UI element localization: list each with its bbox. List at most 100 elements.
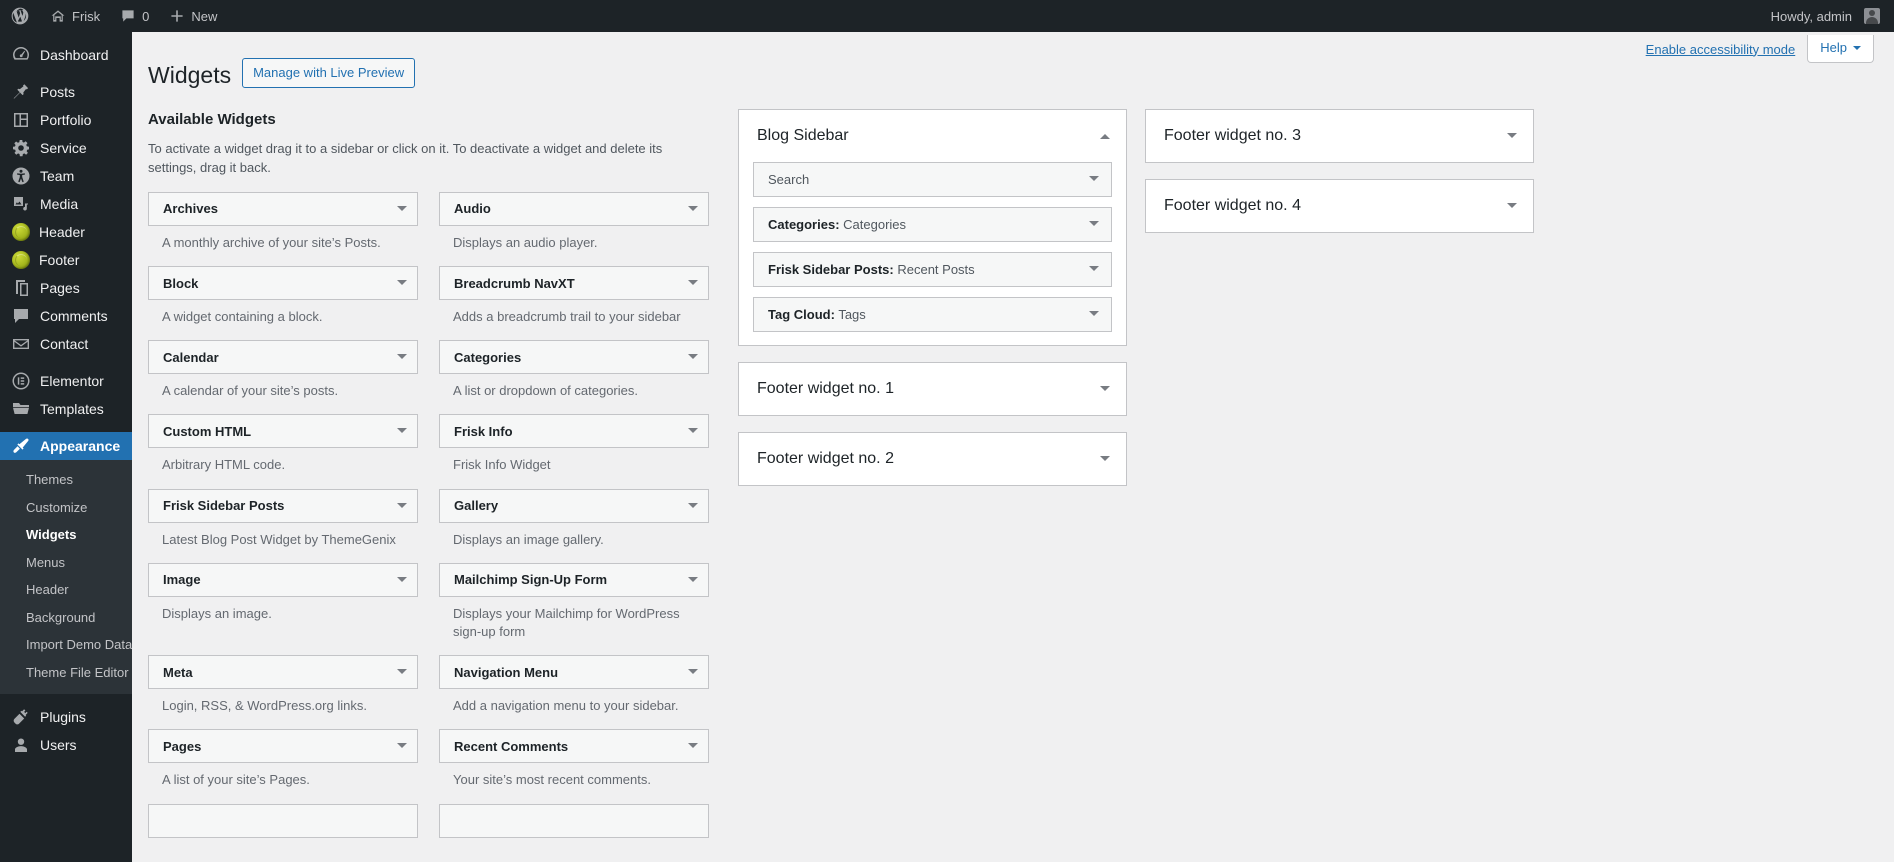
- sidebar-widget-search[interactable]: Search: [753, 161, 1112, 197]
- widget-calendar[interactable]: Calendar: [148, 340, 418, 375]
- caret-down-icon[interactable]: [397, 205, 407, 216]
- caret-down-icon[interactable]: [1089, 311, 1099, 321]
- widget-archives[interactable]: Archives: [148, 191, 418, 226]
- page-title: Widgets: [148, 62, 232, 88]
- sidebar-widget-instance: Tags: [838, 306, 866, 322]
- caret-down-icon[interactable]: [688, 669, 698, 679]
- panel-header[interactable]: Footer widget no. 2: [739, 433, 1126, 485]
- caret-down-icon[interactable]: [1507, 202, 1517, 213]
- widget-custom-html[interactable]: Custom HTML: [148, 414, 418, 449]
- panel-header[interactable]: Footer widget no. 4: [1146, 180, 1533, 232]
- caret-down-icon[interactable]: [1089, 221, 1099, 231]
- caret-down-icon[interactable]: [397, 502, 407, 513]
- caret-down-icon[interactable]: [1100, 455, 1110, 466]
- panel-header[interactable]: Footer widget no. 3: [1146, 110, 1533, 162]
- widget-navigation-menu[interactable]: Navigation Menu: [439, 655, 709, 690]
- caret-down-icon[interactable]: [1507, 132, 1517, 143]
- adminbar-new-content[interactable]: New: [159, 0, 227, 32]
- panel-header[interactable]: Blog Sidebar: [739, 110, 1126, 162]
- widget-frisk-info[interactable]: Frisk Info: [439, 414, 709, 449]
- caret-down-icon[interactable]: [397, 354, 407, 364]
- adminbar-my-account[interactable]: Howdy, admin: [1761, 0, 1894, 32]
- widget-title: Categories: [454, 349, 522, 365]
- widget-partially-visible[interactable]: [148, 803, 418, 838]
- widget-description: Adds a breadcrumb trail to your sidebar: [453, 309, 681, 325]
- sidebar-item-elementor[interactable]: Elementor: [0, 367, 132, 395]
- sidebar-widget-categories[interactable]: Categories: Categories: [753, 206, 1112, 242]
- submenu-item-header[interactable]: Header: [0, 576, 132, 604]
- widget-title: Mailchimp Sign-Up Form: [454, 572, 608, 588]
- wordpress-logo-icon[interactable]: [0, 0, 40, 32]
- widget-cell: [439, 803, 709, 838]
- sidebar-item-header[interactable]: Header: [0, 218, 132, 246]
- sidebar-panel-blog-sidebar: Blog Sidebar Search Categories: Categori…: [738, 108, 1127, 346]
- submenu-item-widgets[interactable]: Widgets: [0, 521, 132, 549]
- available-widgets-column: Available Widgets To activate a widget d…: [148, 109, 709, 852]
- plug-icon: [13, 709, 28, 725]
- adminbar-howdy-label: Howdy, admin: [1770, 8, 1852, 24]
- widget-gallery[interactable]: Gallery: [439, 488, 709, 523]
- panel-header[interactable]: Footer widget no. 1: [739, 363, 1126, 415]
- widget-image[interactable]: Image: [148, 562, 418, 597]
- sidebar-panel-footer-widget-2: Footer widget no. 2: [738, 431, 1127, 486]
- sidebar-item-comments[interactable]: Comments: [0, 302, 132, 330]
- widget-breadcrumb-navxt[interactable]: Breadcrumb NavXT: [439, 266, 709, 301]
- sidebar-item-posts[interactable]: Posts: [0, 78, 132, 106]
- caret-down-icon[interactable]: [397, 280, 407, 290]
- sidebar-item-templates[interactable]: Templates: [0, 395, 132, 423]
- widget-cell: [148, 803, 418, 838]
- widget-meta[interactable]: Meta: [148, 655, 418, 690]
- widget-partially-visible[interactable]: [439, 803, 709, 838]
- adminbar-comments[interactable]: 0: [110, 0, 159, 32]
- sidebar-item-portfolio[interactable]: Portfolio: [0, 106, 132, 134]
- caret-down-icon[interactable]: [688, 743, 698, 753]
- widget-mailchimp-sign-up-form[interactable]: Mailchimp Sign-Up Form: [439, 562, 709, 597]
- sidebar-item-contact[interactable]: Contact: [0, 330, 132, 358]
- caret-down-icon[interactable]: [397, 743, 407, 753]
- caret-down-icon[interactable]: [688, 354, 698, 364]
- sidebar-item-service[interactable]: Service: [0, 134, 132, 162]
- submenu-item-themes[interactable]: Themes: [0, 466, 132, 494]
- submenu-item-import-demo-data[interactable]: Import Demo Data: [0, 631, 132, 659]
- submenu-item-background[interactable]: Background: [0, 604, 132, 632]
- caret-down-icon[interactable]: [688, 576, 698, 587]
- caret-down-icon[interactable]: [397, 669, 407, 679]
- sidebar-item-pages[interactable]: Pages: [0, 274, 132, 302]
- widget-categories[interactable]: Categories: [439, 340, 709, 375]
- page-title-row: Widgets Manage with Live Preview: [148, 52, 1874, 95]
- caret-down-icon[interactable]: [397, 576, 407, 587]
- sidebar-item-users[interactable]: Users: [0, 731, 132, 759]
- caret-up-icon[interactable]: [1100, 129, 1110, 139]
- caret-down-icon[interactable]: [1100, 385, 1110, 396]
- sidebar-item-dashboard[interactable]: Dashboard: [0, 41, 132, 69]
- sidebar-widget-tag-cloud[interactable]: Tag Cloud: Tags: [753, 296, 1112, 332]
- sidebar-item-footer[interactable]: Footer: [0, 246, 132, 274]
- caret-down-icon[interactable]: [688, 280, 698, 290]
- sidebar-widget-name: Categories:: [768, 216, 840, 232]
- caret-down-icon[interactable]: [688, 502, 698, 513]
- widget-cell: Custom HTML Arbitrary HTML code.: [148, 414, 418, 474]
- manage-with-live-preview-button[interactable]: Manage with Live Preview: [242, 58, 416, 89]
- submenu-item-menus[interactable]: Menus: [0, 549, 132, 577]
- caret-down-icon[interactable]: [1089, 176, 1099, 186]
- sidebar-item-label: Comments: [40, 308, 108, 324]
- sidebar-widget-frisk-sidebar-posts[interactable]: Frisk Sidebar Posts: Recent Posts: [753, 251, 1112, 287]
- widget-audio[interactable]: Audio: [439, 191, 709, 226]
- home-icon: [51, 10, 65, 22]
- caret-down-icon[interactable]: [688, 428, 698, 438]
- adminbar-site-name[interactable]: Frisk: [40, 0, 110, 32]
- sidebar-item-plugins[interactable]: Plugins: [0, 703, 132, 731]
- sidebar-item-team[interactable]: Team: [0, 162, 132, 190]
- widget-description: A list or dropdown of categories.: [453, 383, 638, 399]
- widget-recent-comments[interactable]: Recent Comments: [439, 729, 709, 764]
- sidebar-item-media[interactable]: Media: [0, 190, 132, 218]
- submenu-item-customize[interactable]: Customize: [0, 494, 132, 522]
- caret-down-icon[interactable]: [397, 428, 407, 438]
- sidebar-item-appearance[interactable]: Appearance: [0, 432, 132, 460]
- widget-pages[interactable]: Pages: [148, 729, 418, 764]
- submenu-item-theme-file-editor[interactable]: Theme File Editor: [0, 659, 132, 687]
- caret-down-icon[interactable]: [1089, 266, 1099, 276]
- caret-down-icon[interactable]: [688, 205, 698, 216]
- widget-frisk-sidebar-posts[interactable]: Frisk Sidebar Posts: [148, 488, 418, 523]
- widget-block[interactable]: Block: [148, 266, 418, 301]
